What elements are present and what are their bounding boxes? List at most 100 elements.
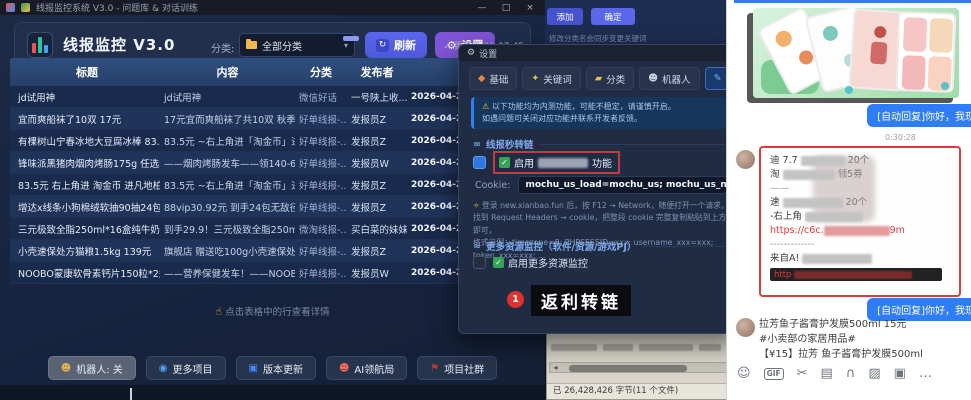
file-window-fragment: ◂ ▸ 已 26,428,426 字节(11 个文件): [546, 333, 738, 400]
desktop-strip: [0, 385, 546, 400]
more-monitor-checkbox[interactable]: [473, 256, 486, 269]
table-row[interactable]: 有棵树山宁春冰地大豆腐冰棒 83.5元83.5元 ~右上角进「淘金币」进足这..…: [10, 130, 531, 152]
app-title: 线报监控 V3.0: [63, 34, 175, 55]
avatar[interactable]: [736, 318, 755, 337]
pointing-hand-icon: ☝: [215, 305, 222, 318]
table-row[interactable]: NOOBO蒙康软骨素钙片150粒*2瓶3...——营养保健发车！——NOOBO …: [10, 262, 531, 284]
app-logo-icon: [27, 32, 53, 58]
robot-icon: ☻: [339, 363, 349, 374]
deals-table: 标题 内容 分类 发布者 时间 jd试用神jd试用神微信好话一号陕上收...20…: [10, 58, 531, 284]
section-more-monitor: ≈ 更多资源监控（软件/资源/游戏PJ）: [473, 239, 725, 253]
window-app-icon: [21, 3, 30, 12]
table-row[interactable]: 小壳速保处方猫粮1.5kg 139元旗舰店 赠送吃100g小壳速保处方猫粮...…: [10, 240, 531, 262]
headset-icon[interactable]: ∩: [846, 366, 856, 381]
main-titlebar: 线报监控系统 V3.0 - 问题库 & 对话训练 — □ ×: [0, 0, 545, 15]
censored-link-bar: http: [770, 268, 942, 281]
message-timestamp: 0:30:28: [885, 133, 916, 142]
minimize-button[interactable]: —: [473, 3, 491, 13]
table-row[interactable]: 增达x线条小狗棉绒软抽90抽24包 ...88vip30.92元 到手24包无敌…: [10, 196, 531, 218]
maximize-button[interactable]: □: [497, 3, 515, 13]
table-row[interactable]: 宜而爽船袜了10双 17元17元宜而爽船袜了共10双 秋季怪舒后石...好单线报…: [10, 108, 531, 130]
bg-dialog-confirm-button[interactable]: 确定: [591, 8, 635, 25]
table-header-row: 标题 内容 分类 发布者 时间: [10, 58, 531, 86]
community-button[interactable]: ⚑ 项目社群: [417, 356, 497, 380]
close-button[interactable]: ×: [521, 3, 539, 13]
table-row[interactable]: jd试用神jd试用神微信好话一号陕上收...2026-04-22 21:2...: [10, 86, 531, 108]
deal-text-message: 拉芳鱼子酱膏护发膜500ml 15元 #小卖部の家居用品# 【¥15】拉芳 鱼子…: [759, 317, 923, 362]
refresh-button[interactable]: ↻ 刷新: [365, 32, 427, 58]
bg-dialog-add-button[interactable]: 添加: [547, 8, 583, 25]
screen-capture-icon[interactable]: ▣: [894, 366, 906, 381]
scrollbar-thumb[interactable]: [569, 365, 687, 372]
beta-warning-box: ⚠ 以下功能均为内测功能，可能不稳定，请谨慎开启。 如遇问题可关闭对应功能并联系…: [471, 97, 727, 129]
folder-icon: ▰: [595, 73, 602, 84]
table-row[interactable]: 三元极致全脂250ml*16盒纯牛奶 29...到手29.9！三元极致全脂250…: [10, 218, 531, 240]
auto-reply-bubble: [自动回复]你好，我现: [867, 104, 971, 127]
annotation-red-box: ✓ 启用 功能: [493, 151, 620, 174]
emoji-icon[interactable]: ☺: [737, 366, 751, 381]
version-update-button[interactable]: ▣ 版本更新: [236, 356, 316, 380]
col-header-content: 内容: [160, 64, 295, 80]
robot-icon: ☻: [61, 363, 71, 374]
flame-icon: ◆: [478, 73, 485, 84]
more-projects-button[interactable]: ◉ 更多项目: [146, 356, 226, 380]
refresh-icon: ↻: [376, 39, 389, 52]
more-icon[interactable]: …: [919, 366, 932, 381]
chat-window: [自动回复]你好，我现 0:30:28 迪 7.7 20个 淘 领5券 —— 速…: [726, 0, 971, 400]
robot-toggle-button[interactable]: ☻ 机器人: 关: [48, 356, 136, 380]
cookie-row: Cookie: mochu_us_load=mochu_us; mochu_us…: [475, 176, 727, 194]
lightbulb-icon: ✧: [473, 201, 480, 210]
deal-link[interactable]: https://c6c.: [770, 225, 824, 236]
footer-toolbar: ☻ 机器人: 关 ◉ 更多项目 ▣ 版本更新 ☻ AI领航局 ⚑ 项目社群: [0, 356, 545, 380]
screenshot-scissors-icon[interactable]: ✂: [797, 366, 808, 381]
gear-icon: ⚙: [467, 48, 475, 58]
cursor-caret: [130, 388, 132, 400]
enable-more-monitor-row: ✓ 启用更多资源监控: [473, 255, 588, 270]
pencil-icon: ✎: [714, 73, 722, 84]
cookie-input[interactable]: mochu_us_load=mochu_us; mochu_us_notice.…: [518, 176, 727, 194]
gif-icon[interactable]: GIF: [764, 368, 784, 380]
link-icon: ∞: [473, 139, 481, 150]
screenshot-root: 添加 确定 修改分类名会同步变更关键词 排除关键词（暂时尚未启用） ◂ ▸ 已 …: [0, 0, 971, 400]
flagged-deal-message: 迪 7.7 20个 淘 领5券 —— 速 20个 -右上角 https://c6…: [759, 146, 961, 297]
tab-keywords[interactable]: ✦ 关键词: [522, 67, 580, 90]
antenna-icon: ≈: [473, 241, 481, 252]
key-icon: ✦: [531, 73, 539, 84]
scroll-left-arrow[interactable]: ◂: [550, 363, 561, 372]
tab-basic[interactable]: ◆ 基础: [469, 67, 517, 90]
settings-dialog-titlebar: ⚙ 设置: [459, 45, 739, 61]
check-icon: ✓: [443, 42, 451, 52]
tab-categories[interactable]: ▰ 分类: [586, 67, 634, 90]
image-icon[interactable]: ▨: [868, 366, 880, 381]
category-label: 分类:: [211, 40, 234, 55]
package-icon: ▣: [249, 363, 258, 374]
chevron-down-icon: ▾: [344, 41, 348, 50]
convert-checkbox[interactable]: [473, 156, 486, 169]
category-select-value: 全部分类: [262, 38, 302, 53]
file-folder-icon[interactable]: ▤: [821, 366, 833, 381]
col-header-publisher: 发布者: [347, 64, 407, 80]
ai-bureau-button[interactable]: ☻ AI领航局: [326, 356, 407, 380]
enable-convert-row: ✓ 启用 功能: [473, 151, 620, 174]
check-icon: ✓: [493, 257, 504, 268]
col-header-category: 分类: [295, 64, 347, 80]
horizontal-scrollbar[interactable]: ◂ ▸: [549, 362, 735, 373]
warning-icon: ⚠: [482, 102, 489, 111]
censored-text: [538, 158, 588, 168]
file-list-blurred: [551, 338, 733, 356]
taskbar-app-icon: [6, 3, 15, 12]
check-icon: ✓: [499, 157, 510, 168]
sticker-pack-image[interactable]: [753, 8, 959, 98]
category-select[interactable]: 全部分类 ▾: [239, 33, 355, 57]
table-row[interactable]: 锋味派黑猪肉烟肉烤肠175g 任选5件...——烟肉烤肠发车——领140-60补…: [10, 152, 531, 174]
globe-icon: ◉: [159, 363, 168, 374]
flag-icon: ⚑: [430, 363, 439, 374]
chat-input-toolbar: ☺ GIF ✂ ▤ ∩ ▨ ▣ …: [737, 366, 932, 381]
table-row[interactable]: 83.5元 右上角进 淘金币 进凡地柏 有...83.5元 ~右上角进「淘金币」…: [10, 174, 531, 196]
avatar[interactable]: [736, 150, 755, 169]
robot-icon: ☻: [648, 73, 658, 84]
col-header-title: 标题: [10, 64, 160, 80]
section-convert-link: ∞ 线报秒转链: [473, 137, 725, 151]
tab-robot[interactable]: ☻ 机器人: [639, 67, 699, 90]
chat-top-accent: [734, 0, 971, 3]
